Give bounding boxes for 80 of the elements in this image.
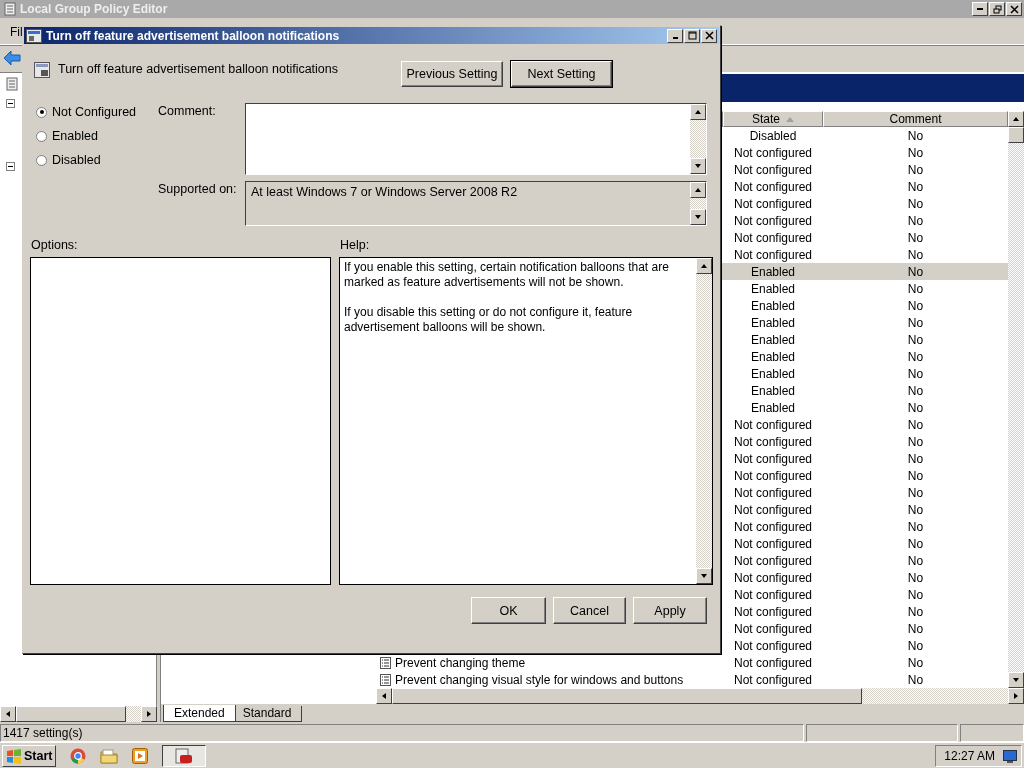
comment-cell-text: No <box>906 604 925 619</box>
state-cell-text: Not configured <box>732 621 813 636</box>
state-cell-text: Enabled <box>749 298 796 313</box>
clock: 12:27 AM <box>944 748 995 763</box>
comment-cell-text: No <box>906 128 925 143</box>
comment-cell-text: No <box>906 672 925 687</box>
help-text: If you disable this setting or do not configure it, feature advertisement balloons will be shown. <box>344 305 634 335</box>
comment-cell-text: No <box>906 247 925 262</box>
state-cell-text: Enabled <box>749 400 796 415</box>
state-cell-text: Not configured <box>732 162 813 177</box>
state-cell-text: Not configured <box>732 468 813 483</box>
comment-cell-text: No <box>906 655 925 670</box>
state-cell-text: Not configured <box>732 536 813 551</box>
state-cell-text: Enabled <box>749 366 796 381</box>
state-cell-text: Enabled <box>749 332 796 347</box>
state-cell-text: Disabled <box>748 128 798 143</box>
state-cell-text: Not configured <box>732 485 813 500</box>
window-title: Local Group Policy Editor <box>20 2 169 16</box>
comment-cell-text: No <box>906 366 925 381</box>
state-cell-text: Not configured <box>732 213 813 228</box>
state-cell-text: Not configured <box>732 519 813 534</box>
section-label: Help: <box>340 238 371 252</box>
state-cell-text: Not configured <box>732 604 813 619</box>
field-label: Supported on: <box>158 181 238 198</box>
section-label: Options: <box>31 238 79 252</box>
state-cell-text: Not configured <box>732 417 813 432</box>
state-cell-text: Not configured <box>732 502 813 517</box>
comment-cell-text: No <box>906 502 925 517</box>
setting-name: Prevent changing theme <box>395 655 526 670</box>
state-cell-text: Not configured <box>732 434 813 449</box>
state-cell-text: Not configured <box>732 553 813 568</box>
state-cell-text: Not configured <box>732 179 813 194</box>
comment-cell-text: No <box>906 553 925 568</box>
comment-cell-text: No <box>906 621 925 636</box>
comment-cell-text: No <box>906 570 925 585</box>
setting-name: Prevent changing visual style for windows and buttons <box>395 672 684 687</box>
field-label: Comment: <box>158 103 217 120</box>
comment-cell-text: No <box>906 485 925 500</box>
state-cell-text: Enabled <box>749 281 796 296</box>
comment-cell-text: No <box>906 281 925 296</box>
comment-cell-text: No <box>906 298 925 313</box>
state-cell-text: Enabled <box>749 383 796 398</box>
comment-cell-text: No <box>906 230 925 245</box>
state-cell-text: Not configured <box>732 638 813 653</box>
comment-cell-text: No <box>906 162 925 177</box>
state-cell-text: Not configured <box>732 247 813 262</box>
comment-cell-text: No <box>906 196 925 211</box>
comment-cell-text: No <box>906 315 925 330</box>
state-cell-text: Enabled <box>749 349 796 364</box>
comment-cell-text: No <box>906 383 925 398</box>
comment-cell-text: No <box>906 264 925 279</box>
comment-cell-text: No <box>906 145 925 160</box>
comment-cell-text: No <box>906 349 925 364</box>
status-text: 1417 setting(s) <box>0 724 804 742</box>
comment-cell-text: No <box>906 417 925 432</box>
state-cell-text: Not configured <box>732 587 813 602</box>
state-cell-text: Not configured <box>732 570 813 585</box>
comment-cell-text: No <box>906 213 925 228</box>
comment-cell-text: No <box>906 434 925 449</box>
state-cell-text: Not configured <box>732 145 813 160</box>
setting-name: Turn off feature advertisement balloon notifications <box>58 62 339 76</box>
comment-cell-text: No <box>906 519 925 534</box>
help-text: If you enable this setting, certain notification balloons that are marked as feature advertisements will not be shown. <box>344 260 670 290</box>
comment-cell-text: No <box>906 179 925 194</box>
state-cell-text: Not configured <box>732 655 813 670</box>
comment-cell-text: No <box>906 451 925 466</box>
comment-cell-text: No <box>906 400 925 415</box>
state-cell-text: Not configured <box>732 672 813 687</box>
state-cell-text: Not configured <box>732 196 813 211</box>
comment-cell-text: No <box>906 332 925 347</box>
comment-cell-text: No <box>906 587 925 602</box>
state-cell-text: Enabled <box>749 264 796 279</box>
state-cell-text: Not configured <box>732 451 813 466</box>
state-cell-text: Enabled <box>749 315 796 330</box>
state-cell-text: Not configured <box>732 230 813 245</box>
comment-cell-text: No <box>906 638 925 653</box>
dialog-title: Turn off feature advertisement balloon notifications <box>46 28 341 43</box>
comment-cell-text: No <box>906 468 925 483</box>
comment-cell-text: No <box>906 536 925 551</box>
supported-on-text: At least Windows 7 or Windows Server 2008 R2 <box>251 185 518 199</box>
